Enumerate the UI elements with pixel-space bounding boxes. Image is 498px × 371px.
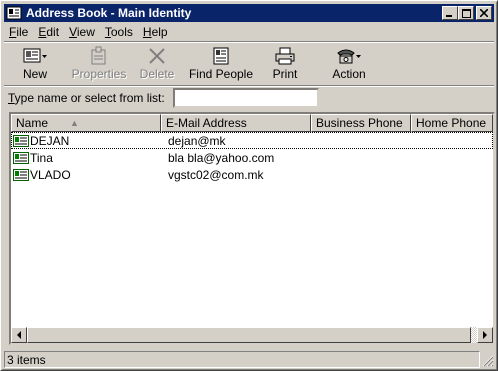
print-label: Print — [272, 67, 298, 81]
print-button[interactable]: Print — [260, 43, 310, 83]
scroll-left-icon — [17, 331, 21, 339]
status-item-count: 3 items — [4, 351, 480, 368]
contact-name-cell: DEJAN — [11, 134, 163, 148]
menu-help-label: elp — [151, 24, 168, 39]
scroll-left-button[interactable] — [11, 327, 27, 343]
scroll-thumb[interactable] — [27, 327, 471, 343]
search-row: Type name or select from list: — [4, 87, 494, 109]
contact-name: DEJAN — [30, 133, 70, 148]
find-people-button[interactable]: Find People — [182, 43, 260, 83]
contact-email: dejan@mk — [168, 133, 226, 148]
delete-label: Delete — [139, 67, 175, 81]
new-contact-icon — [23, 48, 47, 63]
menu-file-label: ile — [16, 24, 29, 39]
properties-label: Properties — [71, 67, 127, 81]
menu-view-label: iew — [76, 24, 95, 39]
contact-card-icon — [13, 134, 29, 147]
column-name-label: Name — [16, 116, 49, 130]
delete-button[interactable]: Delete — [132, 43, 182, 83]
action-phone-icon — [337, 49, 361, 64]
search-label: Type name or select from list: — [8, 91, 165, 105]
search-label-text: ype name or select from list: — [14, 91, 165, 105]
menu-file[interactable]: File — [4, 25, 33, 39]
address-book-icon — [6, 6, 22, 20]
sort-ascending-icon: ▲ — [70, 118, 79, 128]
contact-row[interactable]: DEJAN dejan@mk — [11, 132, 493, 149]
printer-icon — [275, 47, 295, 65]
menu-edit-label: dit — [46, 24, 60, 39]
maximize-icon — [461, 8, 471, 18]
new-button[interactable]: New — [4, 43, 66, 83]
contact-row[interactable]: VLADO vgstc02@com.mk — [11, 166, 493, 183]
search-input[interactable] — [172, 88, 319, 108]
address-book-window: Address Book - Main Identity File Edit V… — [0, 0, 498, 371]
close-button[interactable] — [476, 6, 492, 20]
column-email[interactable]: E-Mail Address — [161, 114, 311, 132]
column-home-phone-label: Home Phone — [416, 116, 487, 130]
menu-view[interactable]: View — [64, 25, 100, 39]
menu-tools[interactable]: Tools — [100, 25, 138, 39]
menu-bar: File Edit View Tools Help — [4, 23, 494, 40]
action-label: Action — [332, 67, 366, 81]
menu-edit[interactable]: Edit — [33, 25, 64, 39]
delete-icon — [149, 48, 165, 64]
menu-tools-label: ools — [110, 24, 133, 39]
contact-email: bla bla@yahoo.com — [168, 150, 275, 165]
minimize-button[interactable] — [442, 6, 458, 20]
contact-name-cell: VLADO — [11, 168, 163, 182]
column-name[interactable]: Name ▲ — [11, 114, 161, 132]
column-business-phone[interactable]: Business Phone — [311, 114, 411, 132]
list-header: Name ▲ E-Mail Address Business Phone Hom… — [11, 114, 493, 132]
maximize-button[interactable] — [458, 6, 474, 20]
toolbar: New Properties Delete Find People Print … — [4, 43, 494, 85]
window-title: Address Book - Main Identity — [26, 6, 192, 20]
status-bar: 3 items — [4, 351, 494, 368]
close-icon — [480, 9, 488, 17]
properties-button[interactable]: Properties — [66, 43, 132, 83]
search-label-mnemonic: T — [8, 91, 15, 105]
scroll-right-icon — [483, 331, 487, 339]
scroll-right-button[interactable] — [477, 327, 493, 343]
contacts-list[interactable]: Name ▲ E-Mail Address Business Phone Hom… — [9, 112, 495, 345]
menu-help-mnemonic: H — [142, 24, 152, 39]
action-button[interactable]: Action — [310, 43, 388, 83]
contact-name-cell: Tina — [11, 151, 163, 165]
contact-row[interactable]: Tina bla bla@yahoo.com — [11, 149, 493, 166]
contact-name: VLADO — [30, 167, 71, 182]
resize-grip-icon[interactable] — [480, 353, 494, 367]
contact-card-icon — [13, 151, 29, 164]
contact-email: vgstc02@com.mk — [168, 167, 264, 182]
find-people-icon — [213, 47, 229, 65]
contact-card-icon — [13, 168, 29, 181]
title-bar[interactable]: Address Book - Main Identity — [4, 4, 494, 22]
menu-view-mnemonic: V — [69, 24, 77, 39]
find-people-label: Find People — [188, 67, 254, 81]
new-label: New — [22, 67, 47, 81]
properties-icon — [91, 46, 106, 65]
contact-name: Tina — [30, 150, 53, 165]
column-business-phone-label: Business Phone — [316, 116, 403, 130]
menu-help[interactable]: Help — [138, 25, 173, 39]
column-home-phone[interactable]: Home Phone — [411, 114, 493, 132]
minimize-icon — [446, 15, 452, 17]
horizontal-scrollbar[interactable] — [11, 327, 493, 343]
scroll-track[interactable] — [27, 327, 477, 343]
column-email-label: E-Mail Address — [166, 116, 247, 130]
